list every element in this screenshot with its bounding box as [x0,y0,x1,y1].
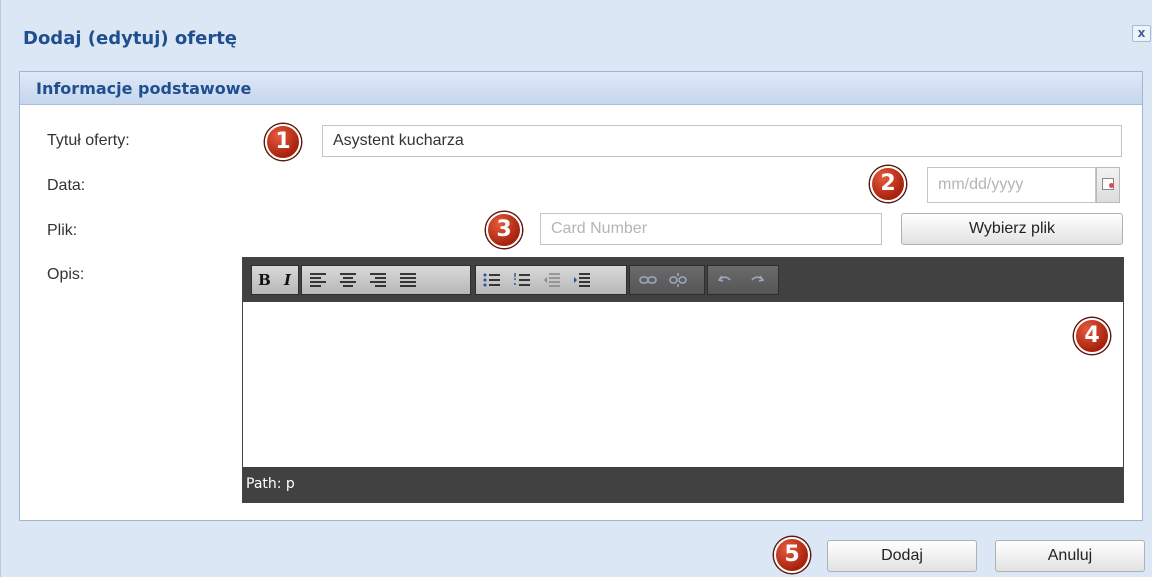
link-group [629,265,705,295]
bulleted-list-icon[interactable] [480,266,503,294]
align-group [301,265,471,295]
numbered-list-icon[interactable] [510,266,533,294]
align-justify-icon[interactable] [396,266,419,294]
choose-file-button[interactable]: Wybierz plik [901,213,1123,245]
description-label: Opis: [47,266,85,283]
italic-icon[interactable]: I [276,266,299,294]
history-group [707,265,779,295]
date-input[interactable] [927,167,1096,203]
section-title: Informacje podstawowe [36,79,252,98]
outdent-icon[interactable] [540,266,563,294]
dialog: Dodaj (edytuj) ofertę x Informacje podst… [0,0,1152,577]
annotation-badge-5: 5 [774,537,810,573]
align-center-icon[interactable] [336,266,359,294]
editor-path-bar: Path: p [243,467,1123,502]
editor-content-area[interactable] [243,302,1123,467]
panel-header: Informacje podstawowe [20,72,1142,105]
annotation-badge-2: 2 [870,166,906,202]
rich-text-editor: B I Path: p [242,257,1124,503]
file-label: Plik: [47,222,78,239]
dialog-title: Dodaj (edytuj) ofertę [23,28,238,49]
link-icon[interactable] [636,266,659,294]
list-group [475,265,627,295]
unlink-icon[interactable] [666,266,689,294]
annotation-badge-4: 4 [1074,318,1110,354]
annotation-badge-3: 3 [486,212,522,248]
redo-icon[interactable] [744,266,767,294]
title-label: Tytuł oferty: [47,132,130,149]
bold-icon[interactable]: B [253,266,276,294]
close-button[interactable]: x [1132,25,1151,42]
calendar-icon[interactable] [1096,167,1120,203]
date-label: Data: [47,177,86,194]
path-text: Path: p [246,476,295,492]
align-right-icon[interactable] [366,266,389,294]
file-number-input[interactable] [540,213,882,245]
annotation-badge-1: 1 [265,124,301,160]
offer-title-input[interactable] [322,125,1122,157]
undo-icon[interactable] [714,266,737,294]
indent-icon[interactable] [570,266,593,294]
align-left-icon[interactable] [306,266,329,294]
cancel-button[interactable]: Anuluj [995,540,1145,572]
add-button[interactable]: Dodaj [827,540,977,572]
editor-toolbar: B I [243,258,1123,302]
format-group: B I [251,265,299,295]
